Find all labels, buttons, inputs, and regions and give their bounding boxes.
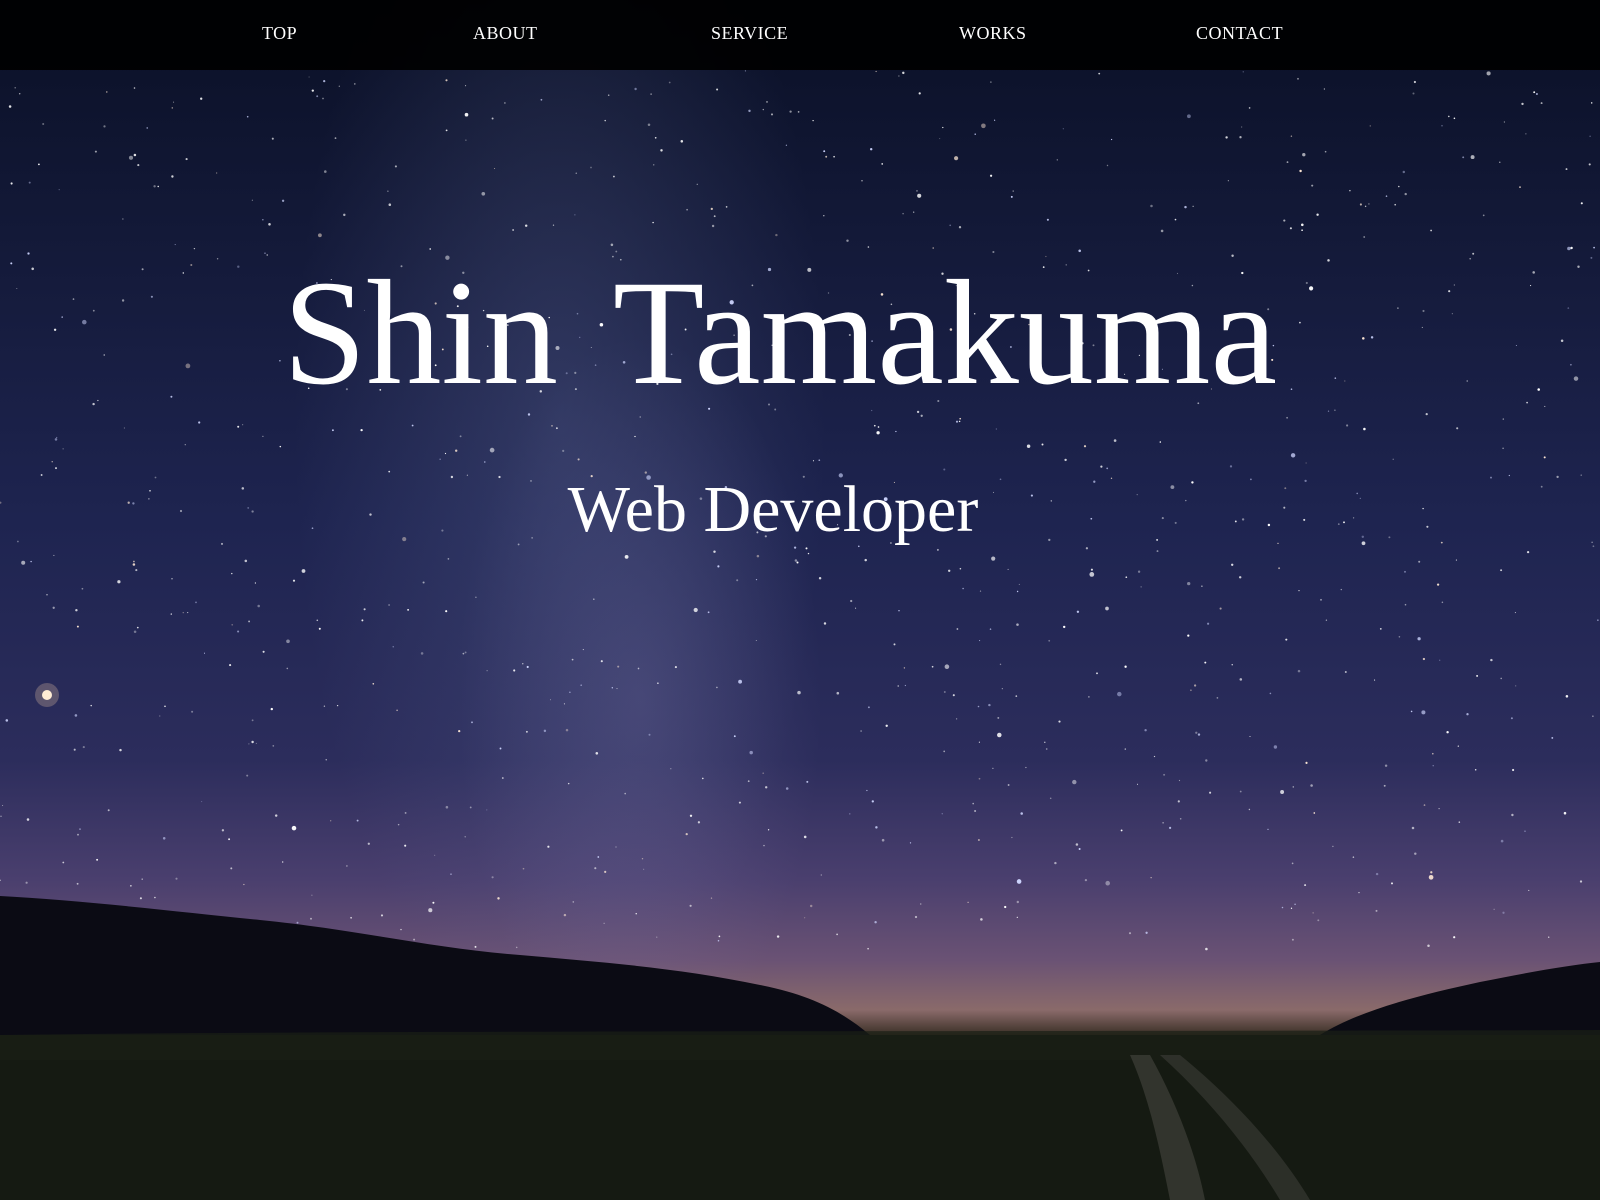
hero-title: Shin Tamakuma — [282, 250, 1278, 416]
nav-link-service[interactable]: SERVICE — [711, 20, 788, 46]
nav-link-contact[interactable]: CONTACT — [1196, 20, 1283, 46]
nav-link-top[interactable]: TOP — [262, 20, 297, 46]
hills-silhouette-image — [0, 896, 1600, 1200]
nav-link-works[interactable]: WORKS — [959, 20, 1027, 46]
page: TOP ABOUT SERVICE WORKS CONTACT Shin Tam… — [0, 0, 1600, 1200]
hero-subtitle: Web Developer — [567, 473, 979, 546]
nav-link-about[interactable]: ABOUT — [473, 20, 538, 46]
top-navigation-bar: TOP ABOUT SERVICE WORKS CONTACT — [0, 0, 1600, 70]
